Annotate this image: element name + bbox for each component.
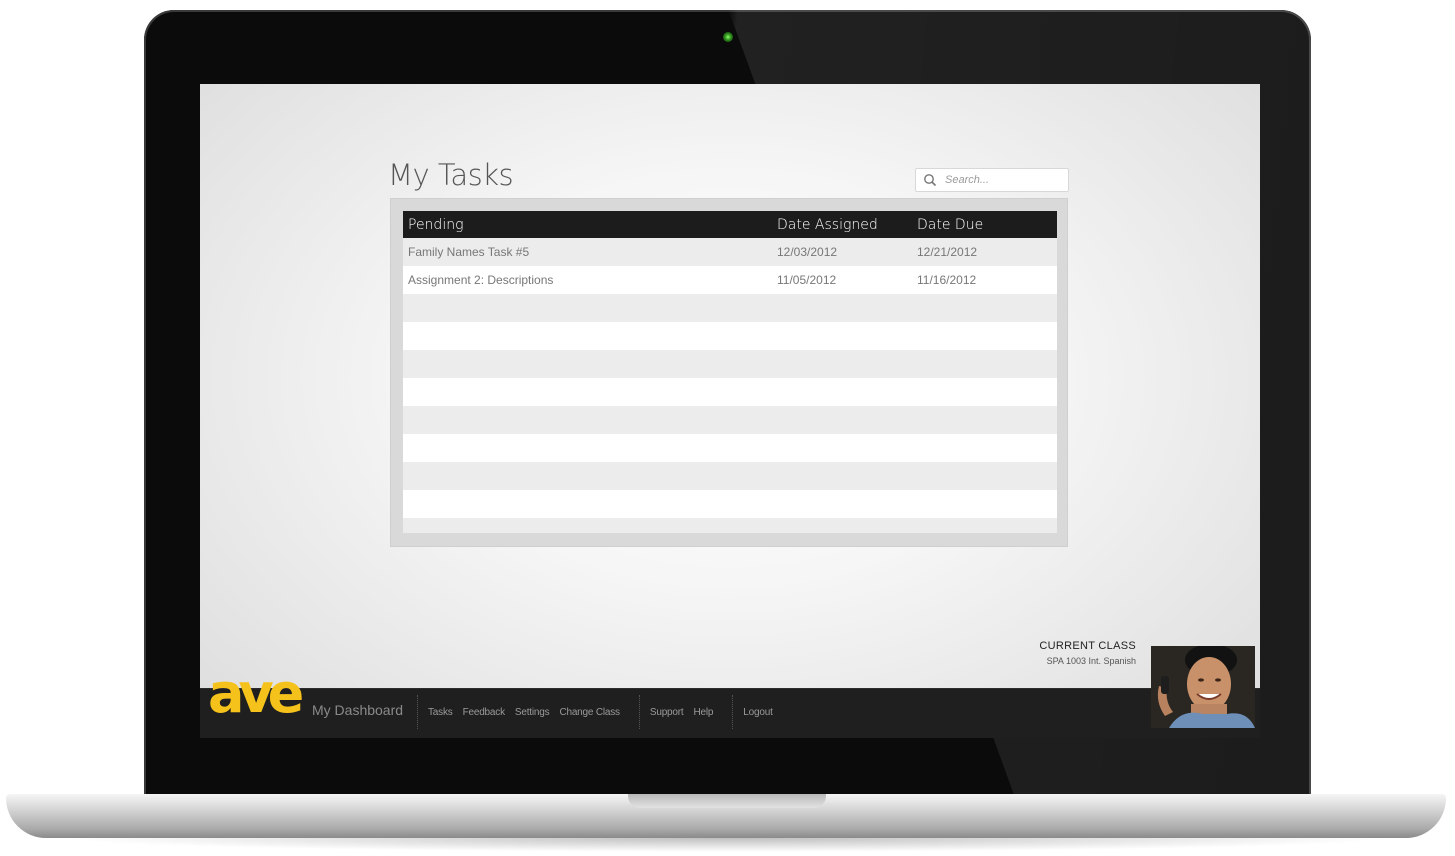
empty-row [403, 378, 1057, 406]
search-box[interactable] [915, 168, 1069, 192]
user-avatar[interactable] [1151, 646, 1255, 728]
task-date-due: 12/21/2012 [917, 245, 978, 259]
app-screen: My Tasks Pending Date Assigned Date Due … [200, 84, 1260, 738]
nav-item-support[interactable]: Support [650, 707, 684, 718]
nav-item-feedback[interactable]: Feedback [463, 707, 506, 718]
current-class-value: SPA 1003 Int. Spanish [1046, 656, 1136, 666]
empty-row [403, 490, 1057, 518]
nav-item-change-class[interactable]: Change Class [559, 707, 620, 718]
nav-item-logout[interactable]: Logout [743, 707, 773, 718]
main-nav: Tasks Feedback Settings Change Class Sup… [408, 695, 783, 729]
search-icon [924, 174, 937, 187]
nav-divider [638, 695, 641, 729]
column-header-pending[interactable]: Pending [403, 217, 777, 233]
table-row[interactable]: Assignment 2: Descriptions 11/05/2012 11… [403, 266, 1057, 294]
laptop-shadow [60, 838, 1395, 852]
svg-text:ave: ave [208, 668, 303, 720]
column-header-date-due[interactable]: Date Due [917, 217, 1057, 233]
laptop-bezel: My Tasks Pending Date Assigned Date Due … [144, 10, 1311, 800]
task-name[interactable]: Family Names Task #5 [403, 245, 777, 259]
nav-divider [732, 695, 734, 729]
nav-item-help[interactable]: Help [693, 707, 713, 718]
column-header-date-assigned[interactable]: Date Assigned [777, 217, 917, 233]
task-name[interactable]: Assignment 2: Descriptions [403, 273, 777, 287]
search-input[interactable] [943, 173, 1065, 187]
empty-row [403, 294, 1057, 322]
ave-logo[interactable]: ave [206, 668, 310, 720]
webcam-indicator [723, 32, 733, 42]
current-class-info: CURRENT CLASS SPA 1003 Int. Spanish [1039, 640, 1136, 666]
avatar-photo [1151, 646, 1255, 728]
task-date-assigned: 11/05/2012 [777, 273, 837, 287]
nav-divider [417, 695, 419, 729]
task-date-assigned: 12/03/2012 [777, 245, 838, 259]
empty-row [403, 462, 1057, 490]
tasks-table-frame: Pending Date Assigned Date Due Family Na… [390, 198, 1068, 547]
current-class-label: CURRENT CLASS [1039, 640, 1136, 652]
my-dashboard-link[interactable]: My Dashboard [312, 702, 403, 718]
nav-item-tasks[interactable]: Tasks [428, 707, 453, 718]
empty-row [403, 406, 1057, 434]
table-body: Family Names Task #5 12/03/2012 12/21/20… [403, 238, 1057, 533]
table-header: Pending Date Assigned Date Due [403, 211, 1057, 238]
empty-row [403, 518, 1057, 533]
empty-row [403, 322, 1057, 350]
page-title: My Tasks [388, 158, 514, 192]
table-row[interactable]: Family Names Task #5 12/03/2012 12/21/20… [403, 238, 1057, 266]
nav-item-settings[interactable]: Settings [515, 707, 550, 718]
empty-row [403, 434, 1057, 462]
empty-row [403, 350, 1057, 378]
task-date-due: 11/16/2012 [917, 273, 977, 287]
laptop-base [6, 794, 1446, 838]
laptop-base-notch [628, 794, 826, 808]
tasks-table: Pending Date Assigned Date Due Family Na… [403, 211, 1057, 533]
